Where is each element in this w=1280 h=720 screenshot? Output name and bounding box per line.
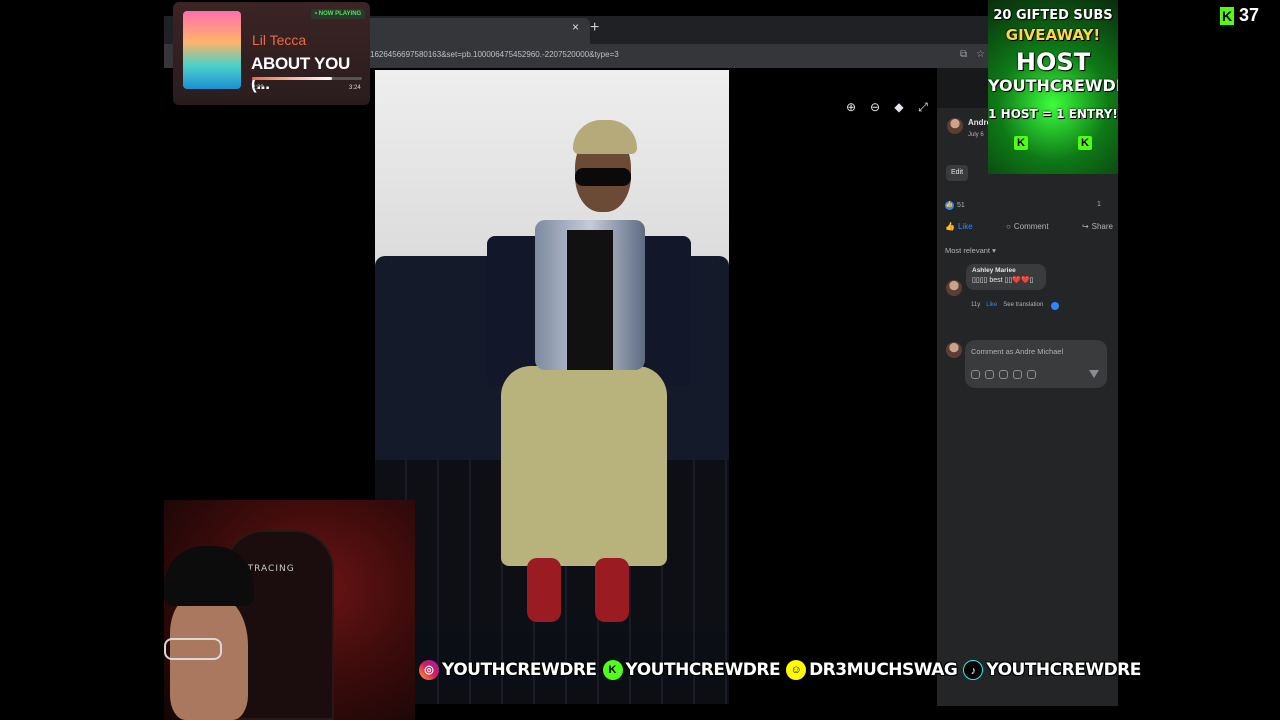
social-tiktok: ♪ YOUTHCREWDRE bbox=[963, 660, 1141, 680]
active-tab[interactable] bbox=[354, 18, 590, 44]
kick-logo-icon: K bbox=[1220, 6, 1234, 25]
like-label: Like bbox=[957, 222, 973, 231]
current-user-avatar bbox=[946, 342, 962, 358]
comment-age[interactable]: 11y bbox=[971, 302, 980, 310]
comment-composer[interactable]: Comment as Andre Michael bbox=[965, 340, 1107, 388]
commenter-name[interactable]: Ashley Mariee bbox=[972, 267, 1040, 274]
fullscreen-icon[interactable]: ⤢ bbox=[916, 100, 930, 114]
share-button[interactable]: ↪ Share bbox=[1082, 222, 1113, 231]
post-actions: 👍 Like ○ Comment ↪ Share bbox=[945, 222, 1113, 231]
thumbs-up-icon: 👍 bbox=[945, 222, 955, 231]
streamer-glasses bbox=[164, 638, 222, 660]
comment-label: Comment bbox=[1013, 222, 1049, 231]
now-playing-badge: • NOW PLAYING bbox=[311, 9, 366, 19]
giveaway-line-3: HOST bbox=[1015, 48, 1091, 76]
reaction-summary[interactable]: 👍 51 bbox=[945, 201, 965, 210]
bookmark-star-icon[interactable]: ☆ bbox=[976, 49, 985, 60]
giveaway-line-1: 20 GIFTED SUBS bbox=[993, 8, 1113, 23]
post-date[interactable]: July 6 bbox=[968, 132, 984, 138]
track-progress bbox=[252, 77, 362, 80]
comment-button[interactable]: ○ Comment bbox=[1006, 222, 1049, 231]
artist-name: Lil Tecca bbox=[252, 32, 307, 48]
comment-bubble: Ashley Mariee ▯▯▯▯ best ▯▯❤️❤️▯ bbox=[966, 264, 1046, 290]
giveaway-line-5: 1 HOST = 1 ENTRY! bbox=[988, 107, 1118, 121]
now-playing-widget: • NOW PLAYING Lil Tecca ABOUT YOU (... 2… bbox=[173, 2, 370, 105]
tiktok-handle: YOUTHCREWDRE bbox=[986, 660, 1141, 680]
social-kick: K YOUTHCREWDRE bbox=[602, 660, 781, 680]
socials-bar: ◎ YOUTHCREWDRE K YOUTHCREWDRE ☺ DR3MUCHS… bbox=[419, 656, 1141, 684]
time-elapsed: 2:29 bbox=[252, 85, 264, 91]
like-button[interactable]: 👍 Like bbox=[945, 222, 973, 231]
kick-logo-icon: K bbox=[1078, 136, 1092, 150]
see-translation-link[interactable]: See translation bbox=[1003, 302, 1043, 310]
instagram-icon: ◎ bbox=[419, 660, 439, 680]
viewer-count-number: 37 bbox=[1239, 5, 1260, 25]
author-avatar[interactable] bbox=[947, 118, 963, 134]
comment-count[interactable]: 1 bbox=[1097, 201, 1101, 208]
sort-label: Most relevant bbox=[945, 246, 991, 255]
tab-close-icon[interactable]: × bbox=[572, 20, 579, 34]
reaction-count: 51 bbox=[957, 202, 965, 209]
viewer-count: K 37 bbox=[1220, 5, 1259, 26]
giveaway-line-2: GIVEAWAY! bbox=[1005, 26, 1101, 44]
comment-sort-dropdown[interactable]: Most relevant ▾ bbox=[945, 246, 996, 255]
snapchat-icon: ☺ bbox=[786, 660, 807, 680]
snapchat-handle: DR3MUCHSWAG bbox=[809, 660, 958, 680]
social-snapchat: ☺ DR3MUCHSWAG bbox=[786, 660, 958, 680]
chevron-down-icon: ▾ bbox=[992, 246, 996, 255]
webcam-feed: GTRACING bbox=[164, 500, 415, 720]
comment-like-button[interactable]: Like bbox=[986, 302, 997, 310]
kick-handle: YOUTHCREWDRE bbox=[625, 660, 781, 680]
camera-icon[interactable] bbox=[999, 370, 1008, 379]
gif-icon[interactable] bbox=[1013, 370, 1022, 379]
kick-logo-icon: K bbox=[1014, 136, 1028, 150]
share-label: Share bbox=[1091, 222, 1113, 231]
viewer-toolbar: ⊕ ⊖ ◆ ⤢ bbox=[844, 100, 930, 114]
photo-shoe-right bbox=[595, 558, 629, 622]
track-progress-fill bbox=[252, 77, 333, 80]
time-total: 3:24 bbox=[349, 85, 361, 91]
photo-person-shirt bbox=[567, 230, 613, 370]
zoom-in-icon[interactable]: ⊕ bbox=[844, 100, 858, 114]
share-icon: ↪ bbox=[1081, 222, 1089, 231]
composer-tools bbox=[971, 370, 1036, 379]
comment-like-badge-icon bbox=[1051, 302, 1060, 310]
comment-input-placeholder[interactable]: Comment as Andre Michael bbox=[971, 347, 1063, 356]
social-instagram: ◎ YOUTHCREWDRE bbox=[419, 660, 597, 680]
giveaway-banner: 20 GIFTED SUBS GIVEAWAY! HOST YOUTHCREWD… bbox=[988, 0, 1118, 174]
tiktok-icon: ♪ bbox=[963, 660, 984, 680]
album-art bbox=[183, 11, 241, 89]
instagram-handle: YOUTHCREWDRE bbox=[442, 660, 597, 680]
photo-shoe-left bbox=[527, 558, 561, 622]
zoom-out-icon[interactable]: ⊖ bbox=[868, 100, 882, 114]
share-page-icon[interactable]: ⧉ bbox=[960, 49, 967, 60]
sticker-icon[interactable] bbox=[1027, 370, 1036, 379]
tag-icon[interactable]: ◆ bbox=[892, 100, 906, 114]
url-text[interactable]: 1626456697580163&set=pb.100006475452960.… bbox=[370, 50, 619, 59]
edit-button[interactable]: Edit bbox=[946, 165, 968, 181]
like-reaction-icon: 👍 bbox=[945, 201, 954, 210]
kick-icon: K bbox=[602, 660, 623, 680]
emoji-icon[interactable] bbox=[985, 370, 994, 379]
new-tab-button[interactable]: + bbox=[590, 19, 599, 37]
comment-text: ▯▯▯▯ best ▯▯❤️❤️▯ bbox=[972, 277, 1034, 284]
comment-icon: ○ bbox=[1006, 222, 1011, 231]
photo-person-sunglasses bbox=[575, 168, 631, 186]
comment-meta: 11y Like See translation bbox=[971, 302, 1060, 310]
commenter-avatar[interactable] bbox=[946, 280, 962, 296]
post-photo bbox=[375, 70, 729, 704]
avatar-sticker-icon[interactable] bbox=[971, 370, 980, 379]
giveaway-line-4: YOUTHCREWDRE bbox=[988, 76, 1118, 95]
photo-person-pants bbox=[501, 366, 667, 566]
send-icon[interactable] bbox=[1089, 370, 1099, 378]
